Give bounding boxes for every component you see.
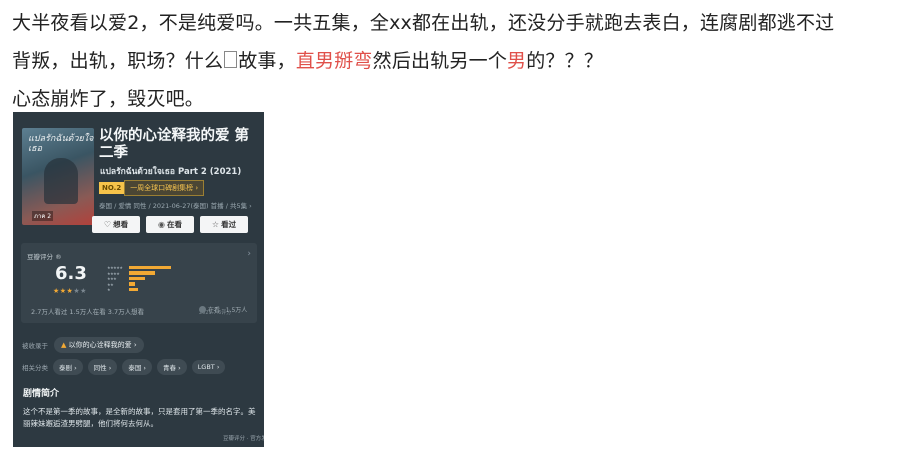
dist-row-1: ★ (107, 287, 237, 292)
watching-button[interactable]: ◉ 在看 (146, 216, 194, 233)
want-to-watch-button[interactable]: ♡ 想看 (92, 216, 140, 233)
dist-bar-4 (129, 271, 155, 275)
tag-chip[interactable]: 青春 › (157, 359, 187, 375)
drama-title: 以你的心诠释我的爱 第二季 (99, 128, 250, 161)
synopsis-heading: 剧情简介 (23, 389, 60, 399)
tag-chip[interactable]: LGBT › (191, 360, 226, 374)
post-line-2: 背叛，出轨，职场？什么 故事，直男掰弯然后出轨另一个男的？？？ (12, 42, 912, 80)
dist-bar-2 (129, 282, 135, 286)
star-icon: ☆ (211, 220, 220, 229)
dist-row-3: ★★★ (107, 276, 237, 281)
tag-chip[interactable]: 泰国 › (122, 359, 153, 375)
rank-badge[interactable]: NO.2 一周全球口碑剧集榜 › (99, 180, 205, 196)
rating-label: 豆瓣评分 ® (27, 253, 62, 261)
post-text: 大半夜看以爱2，不是纯爱吗。一共五集，全xx都在出轨，还没分手就跑去表白，连腐剧… (12, 4, 912, 118)
poster-title: แปลรักฉันด้วยใจเธอ (28, 134, 94, 154)
rating-stars: ★★★★★ (53, 287, 87, 295)
list-icon: ▲ (61, 341, 69, 349)
drama-poster[interactable]: แปลรักฉันด้วยใจเธอ ภาค 2 (22, 128, 94, 225)
tags-row: 相关分类 泰剧 › 同性 › 泰国 › 青春 › LGBT › (22, 359, 226, 375)
watched-button[interactable]: ☆ 看过 (200, 216, 248, 233)
synopsis-text: 这个不是第一季的故事，是全新的故事，只是套用了第一季的名字。美丽辣妹邂逅渣男劈腿… (23, 407, 256, 428)
post-line-2-part-d: 的？？？ (526, 50, 604, 72)
tags-label: 相关分类 (22, 364, 48, 372)
post-line-1: 大半夜看以爱2，不是纯爱吗。一共五集，全xx都在出轨，还没分手就跑去表白，连腐剧… (12, 12, 835, 34)
highlight-phrase-2: 男 (507, 50, 527, 72)
rating-distribution: ★★★★★ ★★★★ ★★★ ★★ ★ (107, 265, 237, 293)
rating-stats: 2.7万人看过 1.5万人在看 3.7万人想看 (31, 308, 145, 316)
watching-pill[interactable]: 在看 · 1.5万人 (199, 305, 247, 314)
post-line-2-part-a: 背叛，出轨，职场？什么 (12, 50, 224, 72)
missing-glyph-box (224, 51, 238, 68)
watermark: 豆瓣评分 · 官方发布 (223, 436, 264, 442)
post-line-2-part-b: 故事， (238, 50, 296, 72)
eye-icon: ◉ (158, 220, 165, 229)
poster-badge: ภาค 2 (32, 211, 54, 221)
dist-row-2: ★★ (107, 282, 237, 287)
tag-chip[interactable]: 同性 › (87, 359, 118, 375)
watching-pill-label: 在看 · 1.5万人 (208, 307, 248, 314)
rating-score: 6.3 (55, 263, 87, 284)
chevron-right-icon: › (247, 249, 251, 259)
collected-label: 被收录于 (22, 342, 48, 350)
post-line-2-part-c: 然后出轨另一个 (372, 50, 508, 72)
dist-bar-3 (129, 276, 145, 281)
collected-chip[interactable]: ▲ 以你的心诠释我的爱 › (54, 337, 144, 353)
heart-icon: ♡ (103, 220, 112, 229)
avatar-icon (199, 306, 206, 313)
poster-figure (44, 158, 78, 204)
dist-row-4: ★★★★ (107, 271, 237, 276)
drama-subtitle: แปลรักฉันด้วยใจเธอ Part 2 (2021) (100, 167, 242, 177)
rank-number: NO.2 (99, 182, 125, 194)
dist-bar-5 (129, 265, 171, 270)
want-label: 想看 (113, 220, 129, 229)
drama-meta[interactable]: 泰国 / 爱情 同性 / 2021-06-27(泰国) 首播 / 共5集 › (99, 200, 252, 210)
collected-row: 被收录于 ▲ 以你的心诠释我的爱 › (22, 337, 144, 353)
rank-text: 一周全球口碑剧集榜 › (124, 180, 205, 196)
watching-label: 在看 (166, 220, 182, 229)
action-row: ♡ 想看 ◉ 在看 ☆ 看过 (92, 216, 248, 233)
watched-label: 看过 (221, 220, 237, 229)
tag-chip[interactable]: 泰剧 › (53, 359, 83, 375)
douban-screenshot: แปลรักฉันด้วยใจเธอ ภาค 2 以你的心诠释我的爱 第二季 แ… (13, 112, 264, 447)
filled-stars: ★★★ (53, 287, 74, 295)
dist-row-5: ★★★★★ (107, 265, 237, 270)
empty-stars: ★★ (73, 287, 87, 295)
dist-bar-1 (129, 287, 138, 292)
highlight-phrase-1: 直男掰弯 (295, 50, 373, 72)
